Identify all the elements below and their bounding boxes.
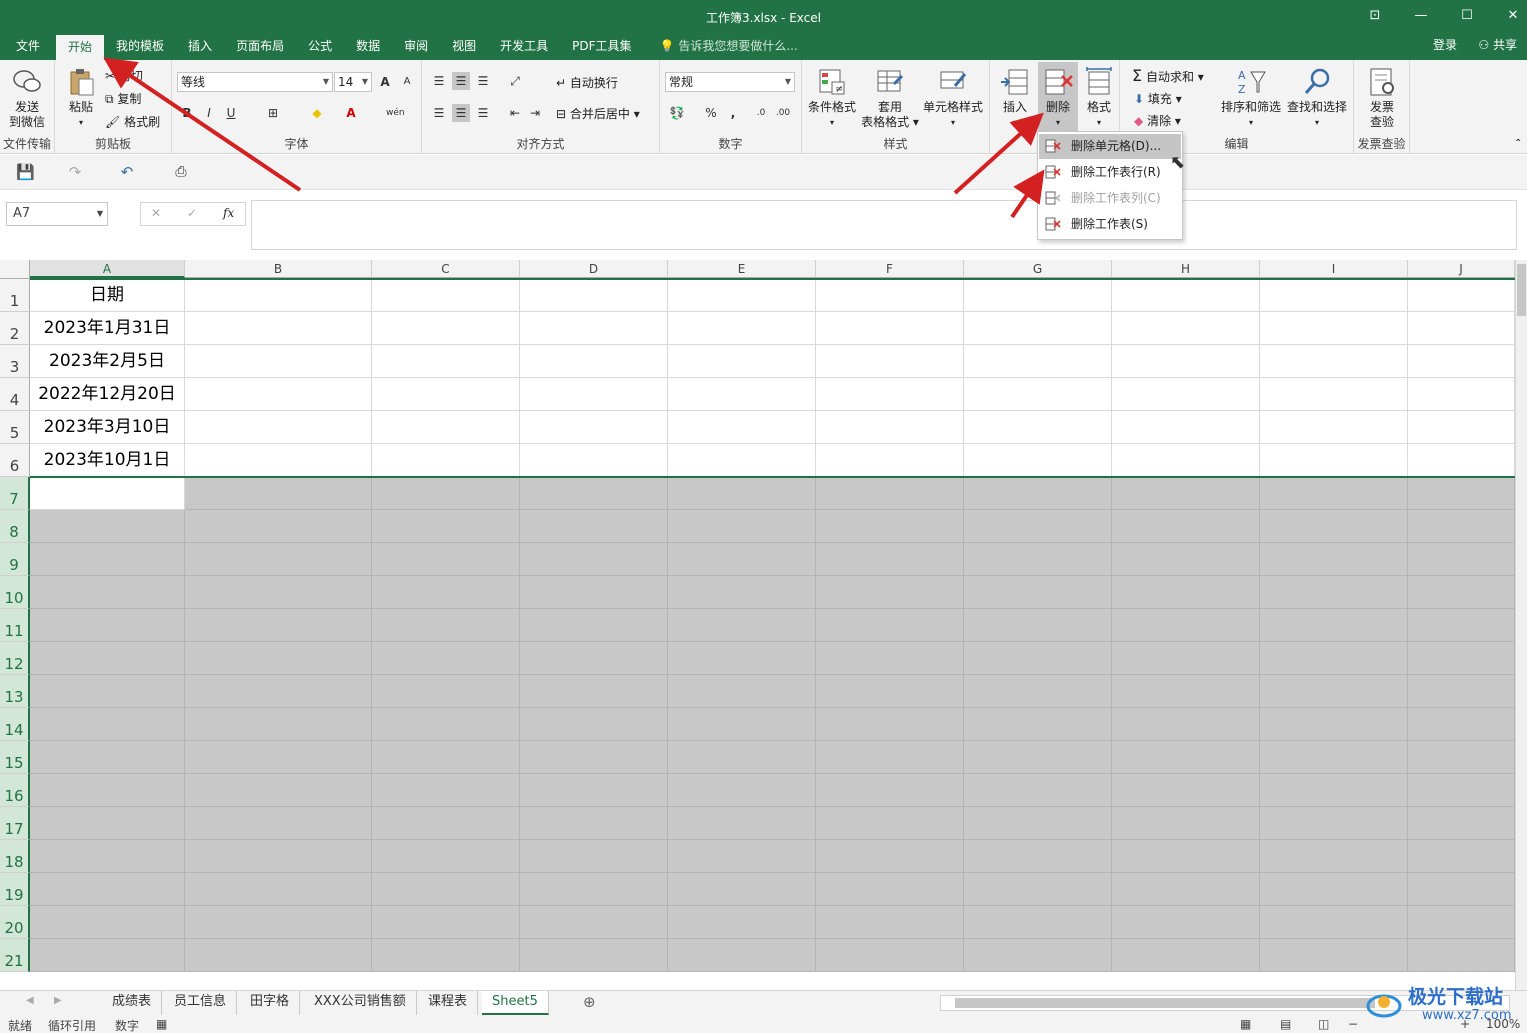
sheet-tab-bar: ◀ ▶ 成绩表 员工信息 田字格 XXX公司销售额 课程表 Sheet5 ⊕ [0, 990, 1527, 1016]
status-circular-ref: 循环引用 [48, 1019, 97, 1033]
status-ready: 就绪 [8, 1019, 33, 1033]
annotation-arrows [103, 57, 1045, 219]
scroll-left-icon[interactable]: ◀ [26, 995, 34, 1006]
watermark-logo [1366, 994, 1402, 1018]
watermark-text: 极光下载站 [1408, 986, 1504, 1008]
watermark: 极光下载站 www.xz7.com [1364, 980, 1524, 1030]
arrow-to-home-tab [103, 57, 302, 192]
arrow-to-delete-row [1010, 169, 1045, 219]
sheet-tab[interactable]: Sheet5 [482, 991, 549, 1015]
macro-record-icon[interactable]: ▦ [156, 1017, 167, 1031]
sheet-tab[interactable]: 课程表 [418, 991, 479, 1015]
arrow-to-delete-button [953, 112, 1044, 195]
status-num: 数字 [115, 1019, 140, 1033]
page-layout-icon[interactable]: ▤ [1280, 1017, 1291, 1031]
sheet-tab[interactable]: 田字格 [240, 991, 301, 1015]
zoom-out-icon[interactable]: − [1348, 1017, 1358, 1031]
watermark-url: www.xz7.com [1422, 1008, 1512, 1023]
page-break-icon[interactable]: ◫ [1318, 1017, 1329, 1031]
normal-view-icon[interactable]: ▦ [1240, 1017, 1251, 1031]
h-scroll-thumb[interactable] [955, 998, 1375, 1008]
sheet-tab[interactable]: XXX公司销售额 [304, 991, 417, 1015]
scroll-right-icon[interactable]: ▶ [54, 995, 62, 1006]
sheet-tab[interactable]: 成绩表 [102, 991, 163, 1015]
sheet-tab[interactable]: 员工信息 [164, 991, 238, 1015]
status-bar: 就绪 循环引用 数字 ▦ ▦ ▤ ◫ − + 100% [0, 1016, 1527, 1033]
add-sheet-icon[interactable]: ⊕ [583, 993, 596, 1011]
